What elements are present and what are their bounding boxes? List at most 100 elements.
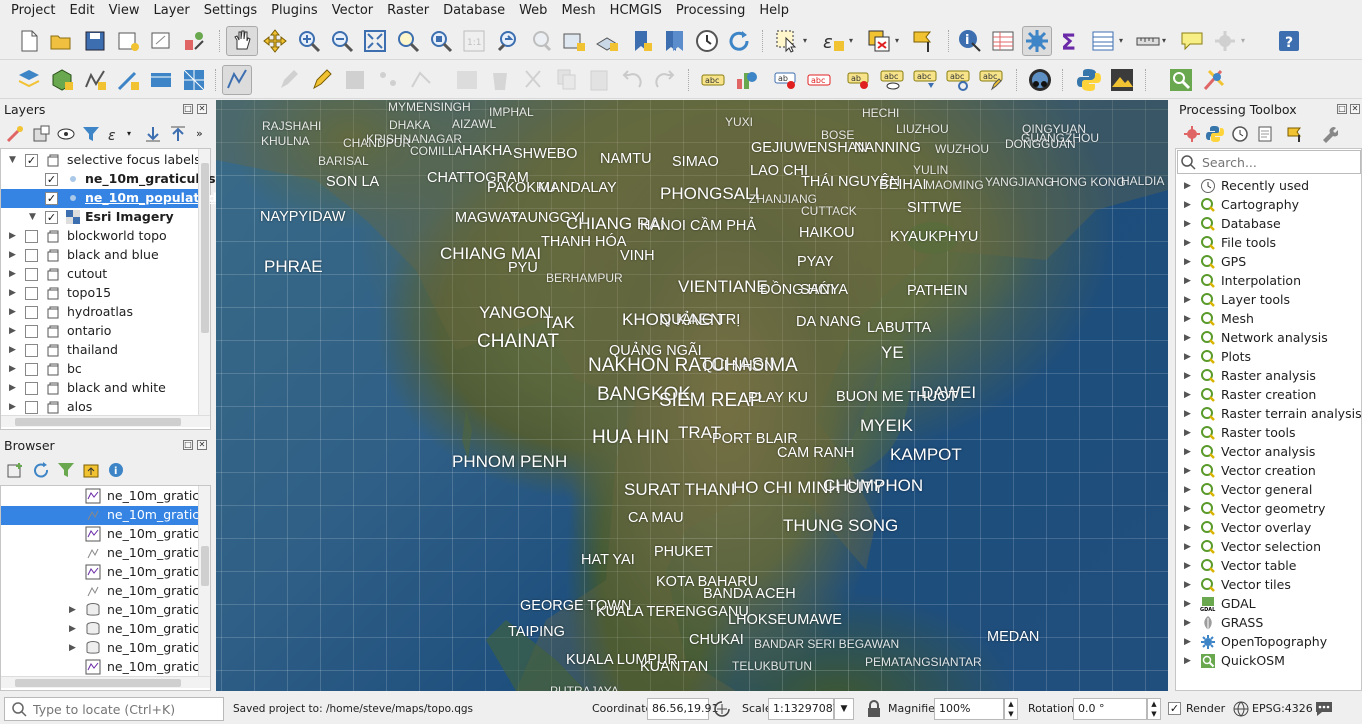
layer-visibility-checkbox[interactable] <box>25 230 38 243</box>
layer-item[interactable]: ▶ black and blue <box>1 246 198 265</box>
locator-bar[interactable] <box>4 697 224 721</box>
pin-labels-icon[interactable]: ab <box>846 67 872 93</box>
hcmgis-icon[interactable] <box>1201 67 1227 93</box>
attribute-table-icon[interactable] <box>990 28 1016 54</box>
menu-vector[interactable]: Vector <box>325 0 380 22</box>
help-icon[interactable]: ? <box>1276 28 1302 54</box>
filter-legend-icon[interactable] <box>82 125 100 143</box>
edit-attributes-icon[interactable] <box>454 67 480 93</box>
menu-hcmgis[interactable]: HCMGIS <box>603 0 669 22</box>
collapse-all-icon[interactable] <box>169 125 187 143</box>
paste-icon[interactable] <box>586 67 612 93</box>
select-dropdown-icon[interactable]: ▾ <box>803 28 813 54</box>
map-tips-icon[interactable] <box>1179 28 1205 54</box>
layer-item[interactable]: ▶ thailand <box>1 341 198 360</box>
gear-dropdown-icon[interactable]: ▾ <box>1241 28 1251 54</box>
edit-features-in-place-icon[interactable] <box>1287 125 1305 143</box>
expand-arrow-icon[interactable]: ▶ <box>9 403 17 412</box>
expand-arrow-icon[interactable]: ▶ <box>1184 581 1192 590</box>
toolbox-group[interactable]: ▶ GDAL GDAL <box>1176 595 1361 614</box>
zoom-full-icon[interactable] <box>362 28 388 54</box>
locator-input[interactable] <box>33 701 218 717</box>
toolbox-group[interactable]: ▶ Vector tiles <box>1176 576 1361 595</box>
expand-arrow-icon[interactable]: ▶ <box>1184 448 1192 457</box>
expand-arrow-icon[interactable]: ▶ <box>1184 353 1192 362</box>
toolbox-group[interactable]: ▶ Interpolation <box>1176 272 1361 291</box>
zoom-to-layer-icon[interactable] <box>428 28 454 54</box>
expand-arrow-icon[interactable]: ▶ <box>1184 543 1192 552</box>
statistical-summary-icon[interactable]: Σ <box>1057 28 1083 56</box>
toolbox-group[interactable]: ▶ Raster creation <box>1176 386 1361 405</box>
crs-globe-icon[interactable] <box>1232 700 1250 718</box>
expand-arrow-icon[interactable]: ▶ <box>9 346 17 355</box>
open-table-icon[interactable] <box>1090 28 1116 54</box>
new-project-icon[interactable] <box>16 28 42 54</box>
collapse-browser-icon[interactable] <box>82 461 100 479</box>
layer-item[interactable]: ▶ ontario <box>1 322 198 341</box>
expand-arrow-icon[interactable]: ▶ <box>9 384 17 393</box>
expand-arrow-icon[interactable]: ▶ <box>69 625 77 634</box>
browser-item[interactable]: ne_10m_graticu <box>1 563 207 582</box>
close-browser-icon[interactable]: ✕ <box>197 440 207 450</box>
layer-visibility-checkbox[interactable]: ✓ <box>45 211 58 224</box>
expand-arrow-icon[interactable]: ▶ <box>1184 600 1192 609</box>
more-tools-icon[interactable]: » <box>196 125 206 143</box>
select-location-icon[interactable] <box>911 28 937 54</box>
expression-dropdown-icon[interactable]: ▾ <box>849 28 859 54</box>
cut-icon[interactable] <box>520 67 546 93</box>
new-shapefile-icon[interactable] <box>82 67 108 93</box>
toolbox-group[interactable]: ▶ Recently used <box>1176 177 1361 196</box>
expand-arrow-icon[interactable]: ▶ <box>69 644 77 653</box>
browser-item[interactable]: ne_10m_graticu <box>1 487 207 506</box>
label-toolbar-icon[interactable]: abc <box>700 67 726 93</box>
expand-arrow-icon[interactable]: ▶ <box>1184 277 1192 286</box>
toolbox-group[interactable]: ▶ QuickOSM <box>1176 652 1361 671</box>
temporal-controller-icon[interactable] <box>694 28 720 54</box>
layer-visibility-checkbox[interactable]: ✓ <box>25 154 38 167</box>
toolbox-group[interactable]: ▶ Cartography <box>1176 196 1361 215</box>
show-bookmarks-icon[interactable] <box>661 28 687 54</box>
layers-hscroll[interactable] <box>1 415 210 427</box>
layer-visibility-checkbox[interactable]: ✓ <box>45 173 58 186</box>
layer-item[interactable]: ▶ bc <box>1 360 198 379</box>
rotation-field[interactable]: 0.0 ° <box>1073 698 1147 720</box>
coordinate-field[interactable]: 86.56,19.91 <box>647 698 718 720</box>
layer-item[interactable]: ▼ ✓ Esri Imagery <box>1 208 198 227</box>
toolbox-group[interactable]: ▶ Mesh <box>1176 310 1361 329</box>
toolbox-group[interactable]: ▶ Layer tools <box>1176 291 1361 310</box>
expand-arrow-icon[interactable]: ▶ <box>9 251 17 260</box>
deselect-dropdown-icon[interactable]: ▾ <box>895 28 905 54</box>
measure-dropdown-icon[interactable]: ▾ <box>1162 28 1172 54</box>
processing-toolbox-icon[interactable] <box>1022 26 1052 56</box>
data-source-manager-icon[interactable] <box>16 67 42 93</box>
toolbox-group[interactable]: ▶ Vector creation <box>1176 462 1361 481</box>
expand-arrow-icon[interactable]: ▶ <box>1184 505 1192 514</box>
layer-item[interactable]: ✓ ne_10m_populated <box>1 189 217 208</box>
layer-visibility-checkbox[interactable] <box>25 325 38 338</box>
layer-visibility-checkbox[interactable] <box>25 268 38 281</box>
toolbox-group[interactable]: ▶ OpenTopography <box>1176 633 1361 652</box>
expand-arrow-icon[interactable]: ▶ <box>1184 258 1192 267</box>
select-by-expression-icon[interactable]: ε <box>820 28 846 54</box>
globe-plugin-icon[interactable] <box>1027 67 1053 93</box>
new-bookmark-icon[interactable] <box>628 28 654 54</box>
browser-item[interactable]: ne_10m_graticu <box>1 658 207 677</box>
filter-dropdown-icon[interactable]: ▾ <box>127 125 135 143</box>
label-pin-icon[interactable]: ab <box>773 67 799 93</box>
close-toolbox-icon[interactable]: ✕ <box>1350 104 1360 114</box>
redo-icon[interactable] <box>652 67 678 93</box>
browser-item[interactable]: ne_10m_graticu <box>1 525 207 544</box>
expand-arrow-icon[interactable]: ▶ <box>1184 201 1192 210</box>
rotate-label-icon[interactable]: abc <box>945 67 971 93</box>
scale-field[interactable]: 1:13297087 <box>768 698 840 720</box>
expand-arrow-icon[interactable]: ▶ <box>9 232 17 241</box>
diagram-icon[interactable] <box>733 67 759 93</box>
results-viewer-icon[interactable] <box>1256 125 1274 143</box>
expand-arrow-icon[interactable]: ▶ <box>1184 638 1192 647</box>
history-icon[interactable] <box>1231 125 1249 143</box>
messages-icon[interactable] <box>1314 700 1334 718</box>
browser-item[interactable]: ▶ ne_10m_graticu <box>1 601 207 620</box>
style-manager-icon[interactable] <box>181 28 207 54</box>
magnifier-field[interactable]: 100% <box>934 698 1004 720</box>
select-features-icon[interactable] <box>774 28 800 54</box>
